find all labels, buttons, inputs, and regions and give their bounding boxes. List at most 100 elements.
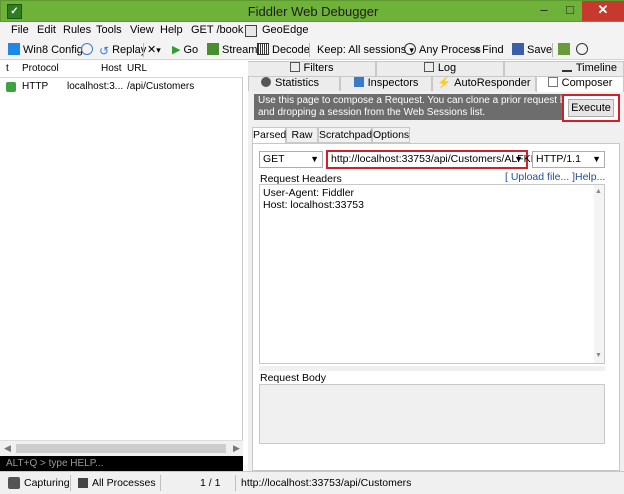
- url-input[interactable]: http://localhost:33753/api/Customers/ALF…: [326, 150, 534, 169]
- windows-icon: [8, 43, 20, 55]
- stream-button[interactable]: Stream: [207, 42, 257, 58]
- col-header-protocol[interactable]: Protocol: [22, 63, 59, 74]
- process-filter-icon: [78, 478, 88, 488]
- filters-icon: [289, 62, 300, 72]
- composer-icon: [547, 77, 558, 87]
- execute-button[interactable]: Execute: [568, 99, 614, 117]
- chevron-down-icon: ▼: [514, 154, 523, 164]
- subtab-raw[interactable]: Raw: [286, 127, 318, 143]
- menu-edit[interactable]: Edit: [37, 24, 56, 36]
- subtab-options[interactable]: Options: [372, 127, 410, 143]
- status-url: http://localhost:33753/api/Customers: [241, 477, 412, 489]
- tab-timeline[interactable]: Timeline: [504, 61, 624, 76]
- session-icon: [6, 82, 16, 92]
- keep-sessions-dropdown[interactable]: Keep: All sessions ▾: [317, 42, 414, 58]
- play-icon: ▶: [172, 44, 181, 56]
- header-line: User-Agent: Fiddler: [263, 187, 355, 199]
- sessions-header: t Protocol Host URL: [0, 61, 243, 78]
- remove-button[interactable]: ✕▾: [147, 42, 161, 58]
- chevron-down-icon: ▼: [310, 154, 319, 164]
- menu-geoedge[interactable]: GeoEdge: [262, 24, 308, 36]
- session-row[interactable]: HTTP localhost:3... /api/Customers: [0, 79, 243, 94]
- col-header-host[interactable]: Host: [101, 63, 122, 74]
- menu-file[interactable]: File: [11, 24, 29, 36]
- minimize-button[interactable]: –: [531, 1, 557, 21]
- comment-button[interactable]: [81, 42, 96, 58]
- horizontal-scrollbar[interactable]: ◀ ▶: [0, 440, 243, 456]
- request-body-label: Request Body: [260, 372, 326, 384]
- menu-bar: File Edit Rules Tools View Help GET /boo…: [0, 22, 624, 40]
- screenshot-button[interactable]: [558, 42, 573, 58]
- toolbar-separator: [143, 43, 144, 57]
- help-link[interactable]: Help...: [575, 171, 605, 183]
- http-version-select[interactable]: HTTP/1.1 ▼: [532, 151, 605, 168]
- tab-statistics[interactable]: Statistics: [248, 76, 340, 91]
- binoculars-icon: ⌕: [474, 44, 481, 56]
- remove-dropdown-icon: ▾: [156, 45, 161, 55]
- subtab-scratchpad[interactable]: Scratchpad: [318, 127, 372, 143]
- maximize-button[interactable]: □: [557, 1, 583, 21]
- camera-icon: [558, 43, 570, 55]
- lightning-icon: ⚡: [437, 77, 452, 89]
- tab-autoresponder[interactable]: ⚡ AutoResponder: [432, 76, 536, 91]
- statistics-icon: [261, 77, 271, 87]
- scroll-left-icon[interactable]: ◀: [4, 443, 11, 454]
- decode-button[interactable]: Decode: [257, 42, 310, 58]
- menu-help[interactable]: Help: [160, 24, 183, 36]
- session-url: /api/Customers: [127, 81, 195, 92]
- quickexec-input[interactable]: ALT+Q > type HELP...: [0, 456, 243, 471]
- composer-subtabs: Parsed Raw Scratchpad Options: [252, 127, 620, 144]
- go-button[interactable]: ▶ Go: [172, 42, 198, 58]
- tab-log[interactable]: Log: [376, 61, 504, 76]
- timeline-icon: [561, 62, 572, 72]
- menu-rules[interactable]: Rules: [63, 24, 91, 36]
- toolbar: Win8 Config ↺ Replay ✕▾ ▶ Go Stream Decode…: [0, 40, 624, 60]
- subtab-parsed[interactable]: Parsed: [252, 127, 286, 144]
- replay-button[interactable]: ↺ Replay: [99, 42, 146, 58]
- capturing-toggle[interactable]: Capturing: [24, 477, 70, 489]
- timer-button[interactable]: [576, 42, 591, 58]
- replay-icon: ↺: [99, 44, 110, 58]
- scrollbar-thumb[interactable]: [16, 444, 226, 453]
- scroll-up-icon[interactable]: ▲: [595, 186, 602, 198]
- col-header[interactable]: t: [6, 63, 9, 74]
- composer-parsed-panel: GET ▼ http://localhost:33753/api/Customer…: [252, 143, 620, 471]
- menu-get-book[interactable]: GET /book: [191, 24, 243, 36]
- find-button[interactable]: ⌕ Find: [474, 42, 504, 58]
- menu-tools[interactable]: Tools: [96, 24, 122, 36]
- crosshair-icon: [404, 43, 416, 55]
- scroll-right-icon[interactable]: ▶: [233, 443, 240, 454]
- chevron-down-icon: ▼: [592, 154, 601, 164]
- request-body-textarea[interactable]: [259, 384, 605, 444]
- session-host: localhost:3...: [67, 81, 124, 92]
- right-panel: Filters Log Timeline Statistics Inspecto…: [248, 61, 624, 471]
- session-protocol: HTTP: [22, 81, 49, 92]
- col-header-url[interactable]: URL: [127, 63, 147, 74]
- request-headers-textarea[interactable]: User-Agent: Fiddler Host: localhost:3375…: [259, 184, 605, 364]
- stream-icon: [207, 43, 219, 55]
- status-separator: [70, 475, 71, 491]
- status-bar: Capturing All Processes 1 / 1 http://loc…: [0, 471, 624, 494]
- method-select[interactable]: GET ▼: [259, 151, 323, 168]
- tab-filters[interactable]: Filters: [248, 61, 376, 76]
- win8config-button[interactable]: Win8 Config: [8, 42, 83, 58]
- decode-icon: [257, 43, 269, 55]
- save-button[interactable]: Save: [512, 42, 552, 58]
- menu-view[interactable]: View: [130, 24, 154, 36]
- session-count: 1 / 1: [200, 477, 221, 489]
- vertical-scrollbar[interactable]: ▲ ▼: [594, 185, 604, 363]
- splitter[interactable]: [259, 366, 605, 371]
- remove-icon: ✕: [147, 44, 157, 56]
- upload-file-link[interactable]: [ Upload file... ]: [505, 171, 575, 183]
- close-button[interactable]: ✕: [582, 1, 624, 21]
- any-process-button[interactable]: Any Process: [404, 42, 481, 58]
- tab-inspectors[interactable]: Inspectors: [340, 76, 432, 91]
- scroll-down-icon[interactable]: ▼: [595, 350, 602, 362]
- comment-icon: [81, 43, 93, 55]
- process-filter[interactable]: All Processes: [92, 477, 156, 489]
- execute-highlight: Execute: [562, 94, 620, 122]
- status-separator: [160, 475, 161, 491]
- tab-composer[interactable]: Composer: [536, 76, 624, 92]
- save-icon: [512, 43, 524, 55]
- toolbar-separator: [309, 43, 310, 57]
